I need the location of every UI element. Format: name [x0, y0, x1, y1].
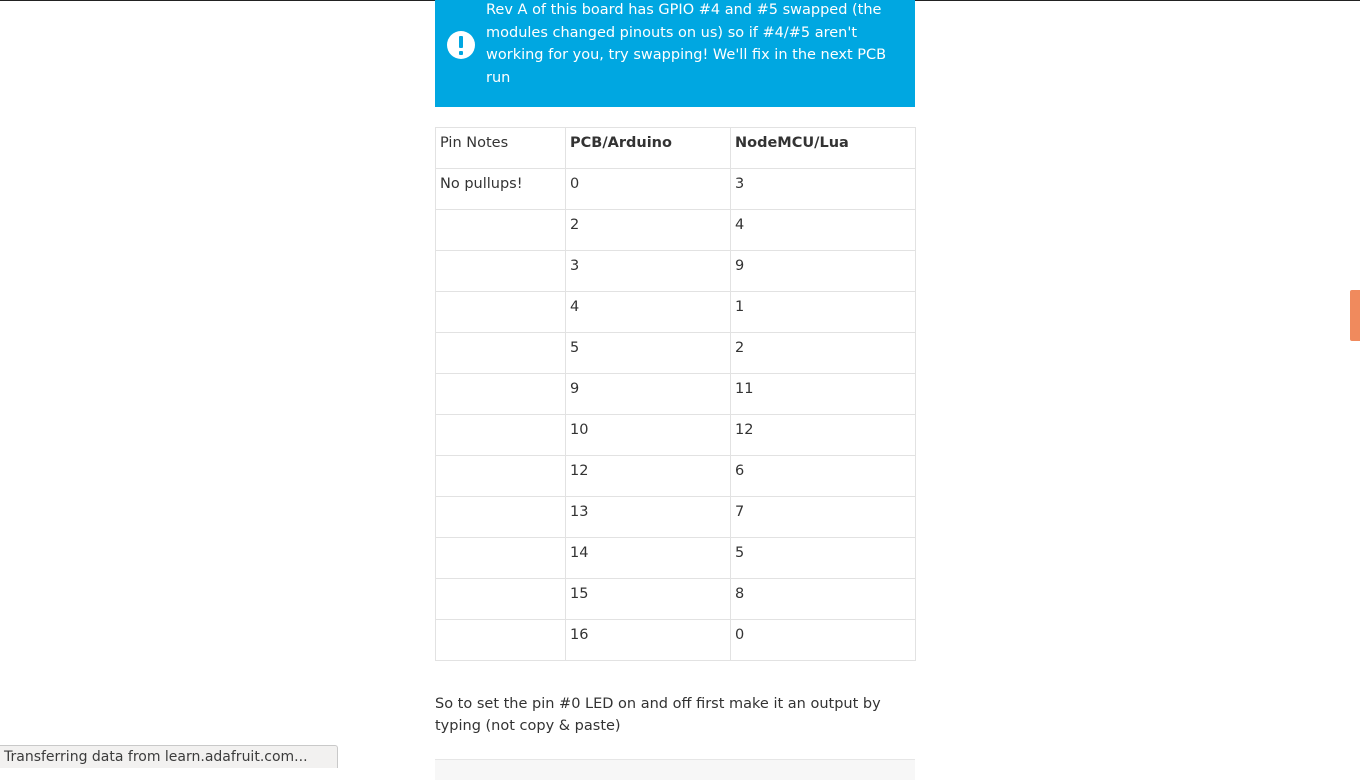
browser-status-bar: Transferring data from learn.adafruit.co…: [0, 745, 338, 768]
table-cell: [435, 332, 566, 374]
table-cell: 15: [565, 578, 731, 620]
column-header-nodemcu-lua: NodeMCU/Lua: [730, 127, 916, 169]
table-row: No pullups! 0 3: [435, 168, 916, 210]
column-header-pcb-arduino: PCB/Arduino: [565, 127, 731, 169]
table-cell: 12: [565, 455, 731, 497]
table-cell: No pullups!: [435, 168, 566, 210]
table-row: 3 9: [435, 250, 916, 292]
table-cell: 0: [730, 619, 916, 661]
table-cell: 1: [730, 291, 916, 333]
table-cell: 16: [565, 619, 731, 661]
instruction-paragraph: So to set the pin #0 LED on and off firs…: [435, 696, 881, 734]
table-cell: 4: [565, 291, 731, 333]
callout-text: Rev A of this board has GPIO #4 and #5 s…: [486, 2, 887, 87]
code-block[interactable]: [435, 759, 915, 780]
table-cell: 3: [565, 250, 731, 292]
table-row: 16 0: [435, 619, 916, 661]
table-cell: 12: [730, 414, 916, 456]
table-cell: 5: [730, 537, 916, 579]
table-cell: [435, 619, 566, 661]
table-cell: [435, 209, 566, 251]
table-cell: [435, 291, 566, 333]
table-cell: 2: [730, 332, 916, 374]
table-cell: 13: [565, 496, 731, 538]
table-cell: [435, 414, 566, 456]
table-cell: 9: [730, 250, 916, 292]
table-cell: [435, 578, 566, 620]
table-cell: 3: [730, 168, 916, 210]
table-cell: 5: [565, 332, 731, 374]
table-row: 15 8: [435, 578, 916, 620]
pin-table: Pin Notes PCB/Arduino NodeMCU/Lua No pul…: [435, 127, 916, 661]
table-cell: [435, 496, 566, 538]
table-cell: 11: [730, 373, 916, 415]
table-cell: 14: [565, 537, 731, 579]
table-cell: [435, 250, 566, 292]
table-cell: 8: [730, 578, 916, 620]
table-cell: 4: [730, 209, 916, 251]
main-content: Rev A of this board has GPIO #4 and #5 s…: [435, 0, 916, 780]
table-row: 13 7: [435, 496, 916, 538]
scrollbar-thumb[interactable]: [1350, 290, 1360, 341]
exclamation-icon: [447, 31, 475, 59]
table-cell: 6: [730, 455, 916, 497]
table-row: 12 6: [435, 455, 916, 497]
table-row: 4 1: [435, 291, 916, 333]
table-row: 10 12: [435, 414, 916, 456]
table-row: 5 2: [435, 332, 916, 374]
table-cell: [435, 537, 566, 579]
table-cell: 0: [565, 168, 731, 210]
table-cell: 2: [565, 209, 731, 251]
table-header-row: Pin Notes PCB/Arduino NodeMCU/Lua: [435, 127, 916, 169]
column-header-pin-notes: Pin Notes: [435, 127, 566, 169]
table-row: 2 4: [435, 209, 916, 251]
table-cell: 9: [565, 373, 731, 415]
table-row: 14 5: [435, 537, 916, 579]
table-cell: 7: [730, 496, 916, 538]
table-cell: [435, 455, 566, 497]
table-cell: 10: [565, 414, 731, 456]
table-row: 9 11: [435, 373, 916, 415]
table-cell: [435, 373, 566, 415]
warning-callout: Rev A of this board has GPIO #4 and #5 s…: [435, 0, 915, 107]
